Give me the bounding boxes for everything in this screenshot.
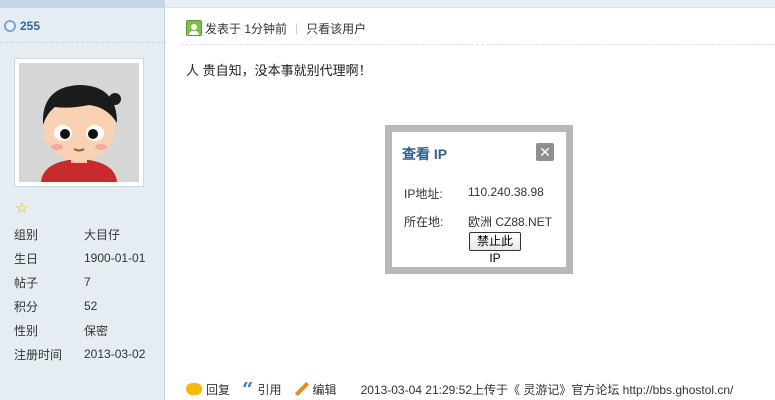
- online-status-icon: [4, 20, 16, 32]
- post-header: 发表于 1分钟前 | 只看该用户: [186, 19, 366, 37]
- author-sidebar: 255 ☆ 组别 大目仔 生日 1900-01-01 帖子 7 积分 52 性别…: [0, 8, 165, 400]
- post-time: 发表于 1分钟前: [205, 21, 288, 36]
- post-content: 人 贵自知，没本事就别代理啊！: [186, 63, 372, 78]
- info-label: 组别: [14, 227, 39, 242]
- info-row-posts: 帖子 7: [14, 270, 145, 294]
- info-value: 保密: [84, 323, 109, 338]
- popup-title: 查看 IP: [402, 146, 448, 162]
- info-value: 大目仔: [84, 227, 121, 242]
- edit-button[interactable]: 编辑: [294, 381, 337, 398]
- ban-ip-button[interactable]: 禁止此 IP: [469, 232, 521, 265]
- author-uid[interactable]: 255: [20, 19, 40, 33]
- sidebar-divider: [0, 42, 165, 43]
- info-value: 2013-03-02: [84, 347, 146, 361]
- avatar-cartoon-image: [19, 63, 139, 182]
- info-label: 帖子: [14, 275, 39, 290]
- info-label: 注册时间: [14, 347, 63, 362]
- edit-label: 编辑: [312, 382, 337, 397]
- user-icon: [186, 20, 202, 36]
- ip-address-label: IP地址:: [404, 187, 443, 201]
- info-label: 生日: [14, 251, 39, 266]
- info-label: 性别: [14, 323, 39, 338]
- quote-label: 引用: [257, 382, 282, 397]
- close-icon[interactable]: ✕: [536, 143, 554, 161]
- info-row-points: 积分 52: [14, 294, 145, 318]
- info-row-register-date: 注册时间 2013-03-02: [14, 342, 145, 366]
- info-value: 7: [84, 275, 91, 289]
- reply-icon: [186, 383, 202, 396]
- view-ip-popup: 查看 IP ✕ IP地址: 110.240.38.98 所在地: 欧洲 CZ88…: [385, 125, 573, 274]
- quote-icon: “: [242, 382, 254, 396]
- info-value: 1900-01-01: [84, 251, 146, 265]
- header-separator: [180, 44, 775, 45]
- info-row-birthday: 生日 1900-01-01: [14, 246, 145, 270]
- avatar[interactable]: [14, 58, 144, 187]
- only-this-user-link[interactable]: 只看该用户: [306, 20, 366, 37]
- forum-post: 255 ☆ 组别 大目仔 生日 1900-01-01 帖子 7 积分 52 性别…: [0, 0, 775, 400]
- ip-address-row: IP地址: 110.240.38.98: [404, 185, 544, 202]
- info-value: 52: [84, 299, 98, 313]
- ip-location-value: 欧洲 CZ88.NET: [468, 215, 553, 229]
- info-row-group: 组别 大目仔: [14, 222, 145, 246]
- quote-button[interactable]: “ 引用: [242, 381, 282, 398]
- author-uid-row[interactable]: 255: [4, 18, 40, 34]
- ip-address-value: 110.240.38.98: [468, 185, 544, 199]
- reply-label: 回复: [206, 382, 231, 397]
- post-actions: 回复 “ 引用 编辑 2013-03-04 21:29:52上传于《 灵游记》官…: [186, 380, 733, 398]
- reply-button[interactable]: 回复: [186, 381, 230, 398]
- info-row-gender: 性别 保密: [14, 318, 145, 342]
- upload-info: 2013-03-04 21:29:52上传于《 灵游记》官方论坛 http://…: [360, 382, 734, 397]
- author-info: 组别 大目仔 生日 1900-01-01 帖子 7 积分 52 性别 保密 注册…: [14, 222, 145, 366]
- star-icon: ☆: [15, 200, 29, 217]
- top-bar: [0, 0, 775, 8]
- ip-location-label: 所在地:: [404, 215, 444, 229]
- header-divider: |: [295, 21, 299, 35]
- pencil-icon: [294, 382, 308, 396]
- ip-location-row: 所在地: 欧洲 CZ88.NET: [404, 213, 552, 230]
- info-label: 积分: [14, 299, 39, 314]
